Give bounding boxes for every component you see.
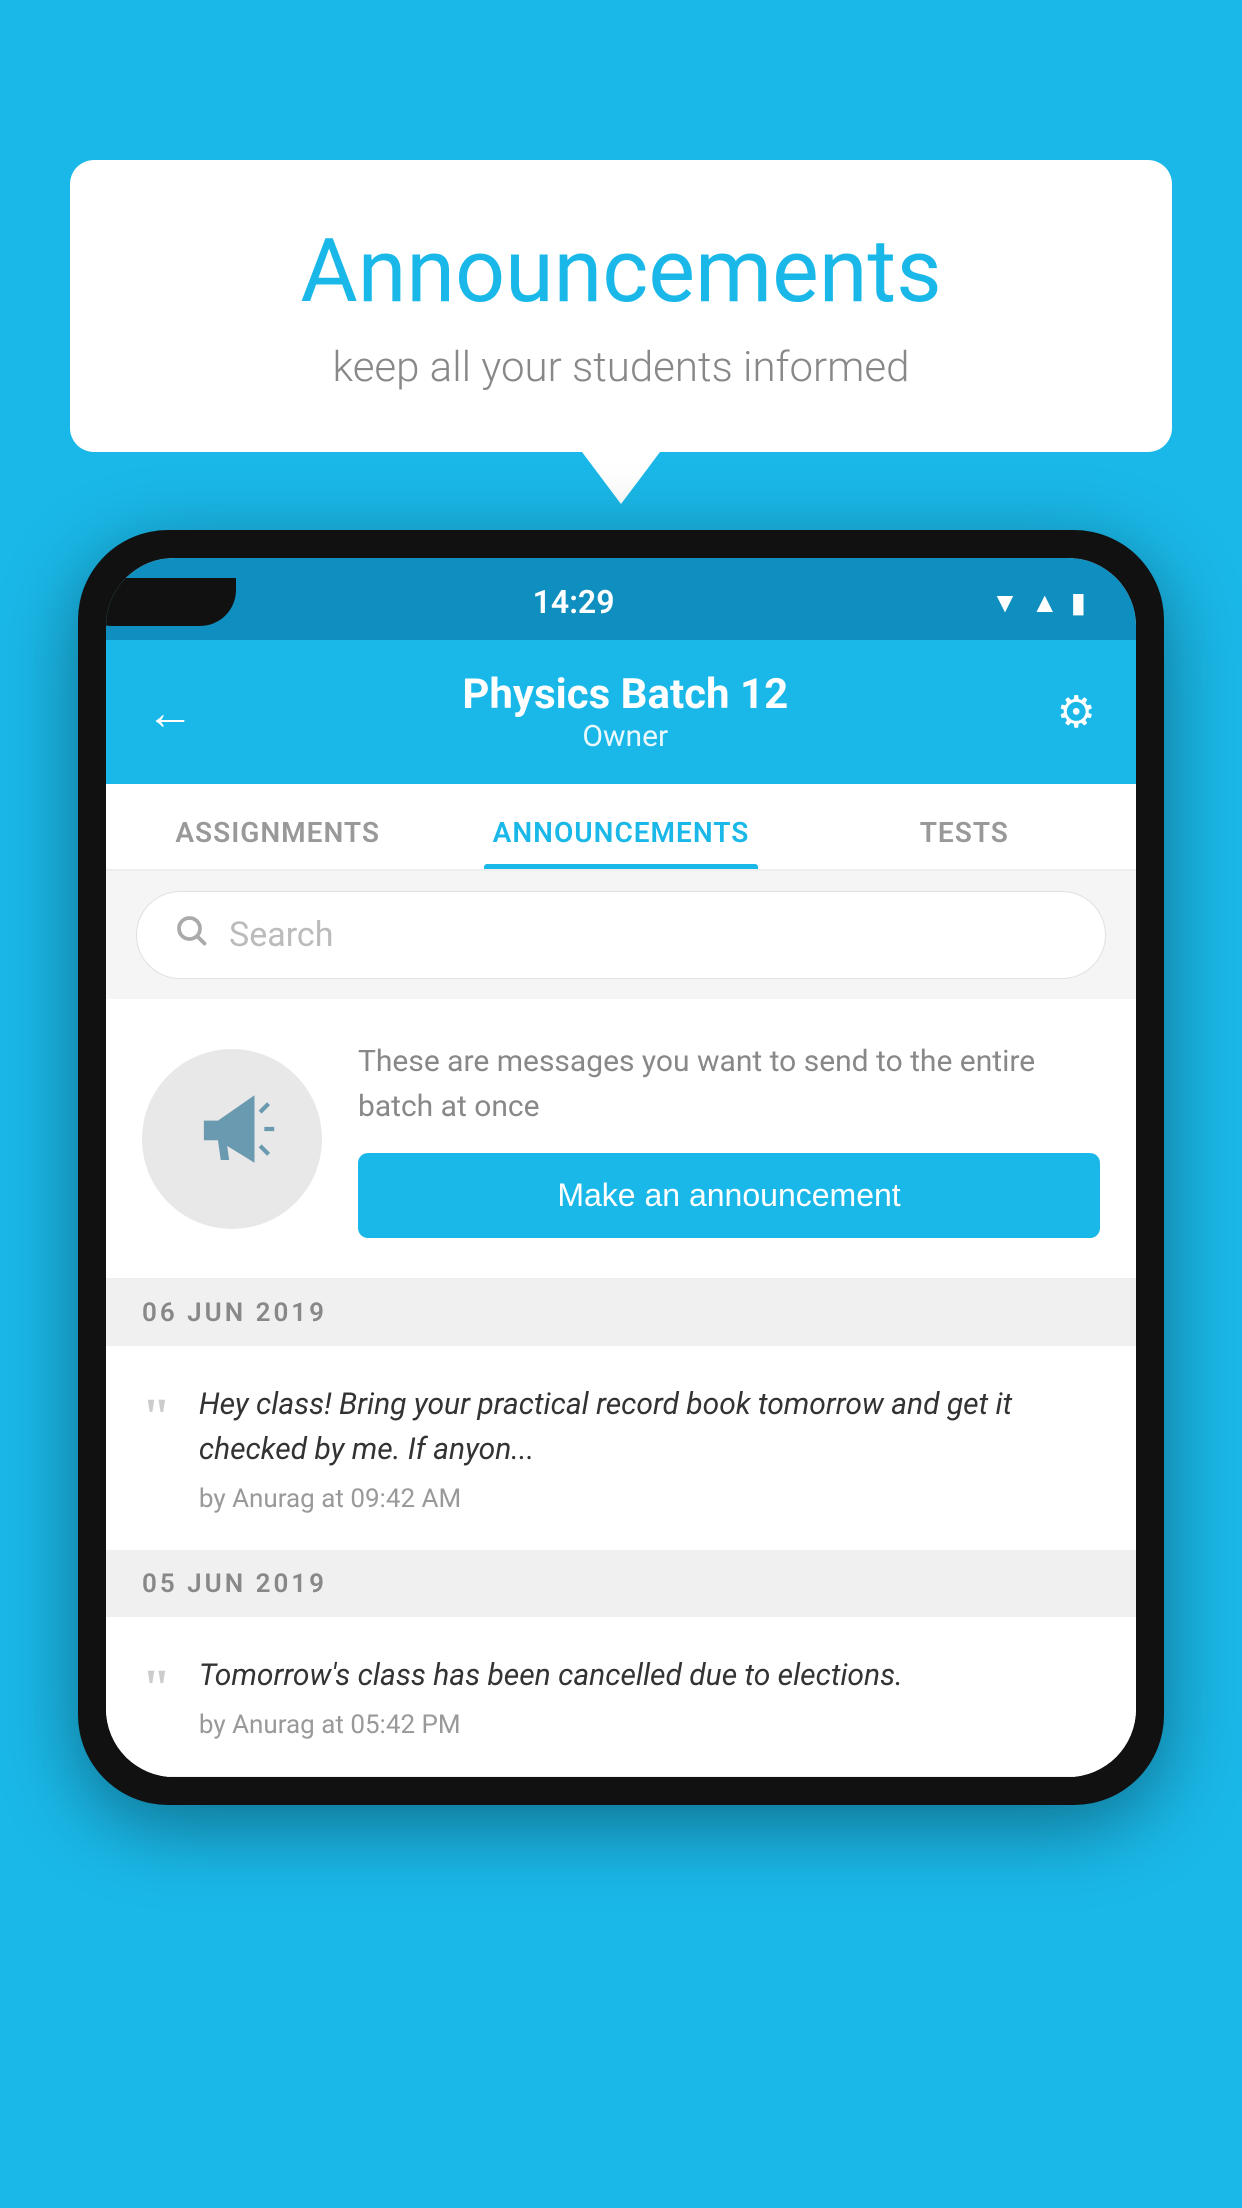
app-bar-center: Physics Batch 12 Owner: [462, 670, 788, 754]
tab-tests[interactable]: TESTS: [793, 784, 1136, 869]
app-bar-subtitle: Owner: [462, 719, 788, 754]
speech-bubble-title: Announcements: [130, 220, 1112, 323]
signal-icon: ▲: [1031, 586, 1059, 619]
tab-announcements[interactable]: ANNOUNCEMENTS: [449, 784, 792, 869]
quote-icon-1: ": [142, 1388, 171, 1447]
tabs-container: ASSIGNMENTS ANNOUNCEMENTS TESTS: [106, 784, 1136, 871]
announcement-item-2[interactable]: " Tomorrow's class has been cancelled du…: [106, 1617, 1136, 1777]
search-icon: [173, 912, 209, 958]
date-label-2: 05 JUN 2019: [142, 1569, 327, 1599]
announcement-meta-2: by Anurag at 05:42 PM: [199, 1710, 1100, 1740]
tab-assignments[interactable]: ASSIGNMENTS: [106, 784, 449, 869]
settings-icon[interactable]: ⚙: [1057, 686, 1096, 738]
app-bar: ← Physics Batch 12 Owner ⚙: [106, 640, 1136, 784]
megaphone-icon: [187, 1084, 277, 1194]
date-label-1: 06 JUN 2019: [142, 1298, 327, 1328]
quote-icon-2: ": [142, 1659, 171, 1718]
announcement-content-1: Hey class! Bring your practical record b…: [199, 1382, 1100, 1514]
make-announcement-button[interactable]: Make an announcement: [358, 1153, 1100, 1238]
date-separator-2: 05 JUN 2019: [106, 1551, 1136, 1617]
announcement-prompt-description: These are messages you want to send to t…: [358, 1039, 1100, 1129]
search-container: Search: [106, 871, 1136, 999]
announcement-content-2: Tomorrow's class has been cancelled due …: [199, 1653, 1100, 1740]
back-button[interactable]: ←: [146, 684, 194, 741]
status-bar: 14:29 ▼ ▲ ▮: [106, 558, 1136, 640]
announcement-text-1: Hey class! Bring your practical record b…: [199, 1382, 1100, 1472]
announcement-prompt-right: These are messages you want to send to t…: [358, 1039, 1100, 1238]
status-time: 14:29: [533, 583, 615, 621]
status-icons: ▼ ▲ ▮: [991, 586, 1086, 619]
announcement-icon-circle: [142, 1049, 322, 1229]
search-box[interactable]: Search: [136, 891, 1106, 979]
announcement-text-2: Tomorrow's class has been cancelled due …: [199, 1653, 1100, 1698]
speech-bubble: Announcements keep all your students inf…: [70, 160, 1172, 452]
notch: [106, 578, 236, 626]
search-placeholder: Search: [229, 915, 333, 955]
app-bar-title: Physics Batch 12: [462, 670, 788, 719]
speech-bubble-subtitle: keep all your students informed: [130, 343, 1112, 392]
announcement-prompt: These are messages you want to send to t…: [106, 999, 1136, 1280]
speech-bubble-container: Announcements keep all your students inf…: [70, 160, 1172, 452]
wifi-icon: ▼: [991, 586, 1019, 619]
announcement-item-1[interactable]: " Hey class! Bring your practical record…: [106, 1346, 1136, 1551]
phone-mockup: 14:29 ▼ ▲ ▮ ← Physics Batch 12 Owner ⚙ A…: [78, 530, 1164, 1805]
phone-outer: 14:29 ▼ ▲ ▮ ← Physics Batch 12 Owner ⚙ A…: [78, 530, 1164, 1805]
phone-inner: 14:29 ▼ ▲ ▮ ← Physics Batch 12 Owner ⚙ A…: [106, 558, 1136, 1777]
announcement-meta-1: by Anurag at 09:42 AM: [199, 1484, 1100, 1514]
battery-icon: ▮: [1071, 586, 1086, 619]
date-separator-1: 06 JUN 2019: [106, 1280, 1136, 1346]
